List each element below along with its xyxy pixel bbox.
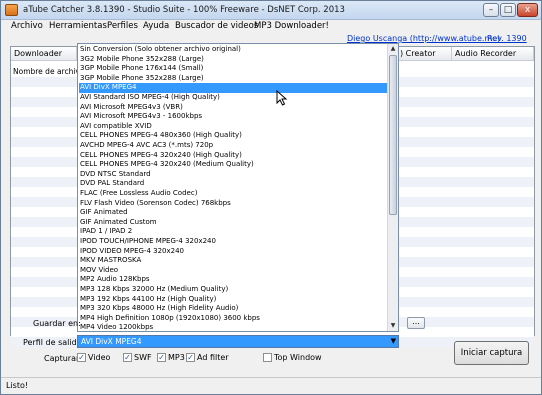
tab-downloader[interactable]: Downloader xyxy=(11,47,77,61)
dropdown-option[interactable]: MP4 Video 1200kbps xyxy=(79,323,388,331)
dropdown-option[interactable]: MP3 192 Kbps 44100 Hz (High Quality) xyxy=(79,295,388,305)
dropdown-option[interactable]: 3G2 Mobile Phone 352x288 (Large) xyxy=(79,55,388,65)
revision-link[interactable]: Rev. 1390 xyxy=(487,34,527,43)
dropdown-option[interactable]: FLAC (Free Lossless Audio Codec) xyxy=(79,189,388,199)
capture-label: Capturar xyxy=(44,354,80,363)
checkbox-unchecked-icon[interactable] xyxy=(263,353,272,362)
menu-perfiles[interactable]: Perfiles xyxy=(107,21,138,31)
dropdown-option[interactable]: 3GP Mobile Phone 352x288 (Large) xyxy=(79,74,388,84)
dropdown-option[interactable]: IPOD TOUCH/IPHONE MPEG-4 320x240 xyxy=(79,237,388,247)
start-capture-button[interactable]: Iniciar captura xyxy=(454,341,529,365)
dropdown-option[interactable]: AVI Microsoft MPEG4v3 (VBR) xyxy=(79,103,388,113)
minimize-button[interactable]: – xyxy=(483,3,499,17)
checkbox-checked-icon[interactable]: ✓ xyxy=(157,353,166,362)
capture-option-label: Video xyxy=(88,353,111,362)
output-profile-value: AVI DivX MPEG4 xyxy=(81,337,142,346)
filename-label: Nombre de archivo xyxy=(13,67,85,76)
scrollbar-thumb[interactable] xyxy=(389,55,397,215)
capture-option[interactable]: Top Window xyxy=(263,353,322,363)
dropdown-option[interactable]: FLV Flash Video (Sorenson Codec) 768kbps xyxy=(79,199,388,209)
dropdown-option[interactable]: AVI DivX MPEG4 xyxy=(79,83,388,93)
dropdown-option[interactable]: GIF Animated xyxy=(79,208,388,218)
dropdown-option[interactable]: IPAD 1 / IPAD 2 xyxy=(79,227,388,237)
capture-option[interactable]: ✓ Ad filter xyxy=(186,353,229,363)
capture-option[interactable]: ✓ SWF xyxy=(123,353,152,363)
browse-button[interactable]: ... xyxy=(407,317,425,329)
capture-option[interactable]: ✓ MP3 xyxy=(157,353,185,363)
save-in-label: Guardar en: xyxy=(33,319,81,328)
checkbox-checked-icon[interactable]: ✓ xyxy=(186,353,195,362)
tab-creator[interactable]: ) Creator xyxy=(397,47,452,61)
menu-mp3-downloader[interactable]: MP3 Downloader! xyxy=(254,21,329,31)
checkbox-checked-icon[interactable]: ✓ xyxy=(123,353,132,362)
capture-option-label: Ad filter xyxy=(197,353,229,362)
status-text: Listo! xyxy=(6,381,29,390)
capture-option-label: SWF xyxy=(134,353,152,362)
dropdown-option[interactable]: MKV MASTROSKA xyxy=(79,256,388,266)
dropdown-option[interactable]: MOV Video xyxy=(79,266,388,276)
scroll-down-icon[interactable]: ▼ xyxy=(388,321,398,331)
capture-option[interactable]: ✓ Video xyxy=(77,353,110,363)
menu-herramientas[interactable]: Herramientas xyxy=(49,21,107,31)
dropdown-option[interactable]: Sin Conversion (Solo obtener archivo ori… xyxy=(79,45,388,55)
dropdown-option[interactable]: MP4 High Definition 1080p (1920x1080) 36… xyxy=(79,314,388,324)
dropdown-option[interactable]: CELL PHONES MPEG-4 320x240 (Medium Quali… xyxy=(79,160,388,170)
dropdown-option[interactable]: DVD PAL Standard xyxy=(79,179,388,189)
chevron-down-icon[interactable]: ▼ xyxy=(391,336,396,347)
menu-ayuda[interactable]: Ayuda xyxy=(143,21,169,31)
output-profile-dropdown-list[interactable]: Sin Conversion (Solo obtener archivo ori… xyxy=(77,43,399,332)
tab-audio-recorder[interactable]: Audio Recorder xyxy=(452,47,534,61)
close-button[interactable]: x xyxy=(517,3,538,17)
dropdown-option[interactable]: MP3 320 Kbps 48000 Hz (High Fidelity Aud… xyxy=(79,304,388,314)
maximize-button[interactable]: □ xyxy=(500,3,516,17)
status-bar: Listo! xyxy=(1,377,541,394)
dropdown-option[interactable]: GIF Animated Custom xyxy=(79,218,388,228)
output-profile-label: Perfil de salida xyxy=(23,338,82,347)
dropdown-option[interactable]: AVI compatible XVID xyxy=(79,122,388,132)
dropdown-scrollbar[interactable]: ▲ ▼ xyxy=(387,44,398,331)
scroll-up-icon[interactable]: ▲ xyxy=(388,44,398,54)
menu-bar: Archivo Herramientas Perfiles Ayuda Busc… xyxy=(1,20,541,34)
dropdown-option[interactable]: DVD NTSC Standard xyxy=(79,170,388,180)
dropdown-option[interactable]: CELL PHONES MPEG-4 480x360 (High Quality… xyxy=(79,131,388,141)
window-title: aTube Catcher 3.8.1390 - Studio Suite - … xyxy=(23,5,345,15)
dropdown-option[interactable]: MP3 128 Kbps 32000 Hz (Medium Quality) xyxy=(79,285,388,295)
capture-option-label: Top Window xyxy=(274,353,322,362)
dropdown-option[interactable]: IPOD VIDEO MPEG-4 320x240 xyxy=(79,247,388,257)
menu-buscador-de-videos[interactable]: Buscador de videos xyxy=(175,21,258,31)
dropdown-option[interactable]: CELL PHONES MPEG-4 320x240 (High Quality… xyxy=(79,151,388,161)
dropdown-option[interactable]: MP2 Audio 128Kbps xyxy=(79,275,388,285)
checkbox-checked-icon[interactable]: ✓ xyxy=(77,353,86,362)
dropdown-option[interactable]: AVI Standard ISO MPEG-4 (High Quality) xyxy=(79,93,388,103)
author-link[interactable]: Diego Uscanga (http://www.atube.me) xyxy=(347,34,500,43)
menu-archivo[interactable]: Archivo xyxy=(11,21,43,31)
output-profile-select[interactable]: AVI DivX MPEG4 ▼ xyxy=(77,335,399,348)
app-window: aTube Catcher 3.8.1390 - Studio Suite - … xyxy=(0,0,542,395)
capture-option-label: MP3 xyxy=(168,353,185,362)
app-icon xyxy=(5,4,18,16)
dropdown-option[interactable]: AVCHD MPEG-4 AVC AC3 (*.mts) 720p xyxy=(79,141,388,151)
title-bar[interactable]: aTube Catcher 3.8.1390 - Studio Suite - … xyxy=(1,1,541,20)
dropdown-option[interactable]: AVI Microsoft MPEG4v3 - 1600kbps xyxy=(79,112,388,122)
dropdown-option[interactable]: 3GP Mobile Phone 176x144 (Small) xyxy=(79,64,388,74)
mouse-pointer-icon xyxy=(276,90,288,106)
